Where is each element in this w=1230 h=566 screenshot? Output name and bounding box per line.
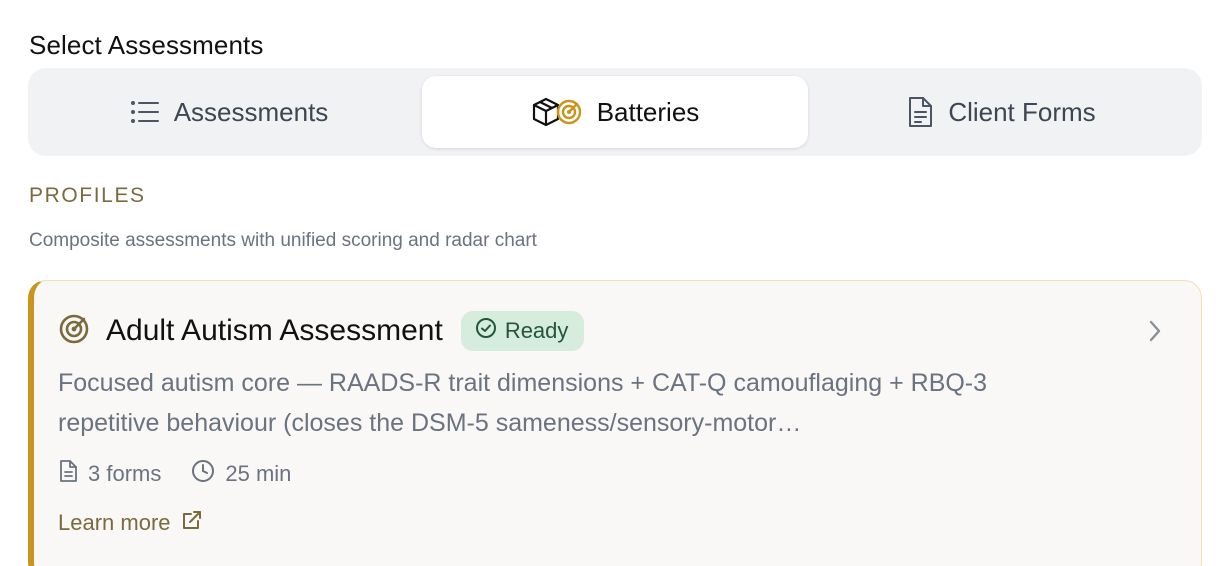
learn-more-link[interactable]: Learn more <box>58 509 203 537</box>
tab-label: Client Forms <box>948 96 1096 127</box>
tab-assessments[interactable]: Assessments <box>36 76 422 148</box>
tab-client-forms[interactable]: Client Forms <box>808 76 1194 148</box>
status-badge: Ready <box>460 311 585 351</box>
document-icon <box>906 96 934 128</box>
tab-bar: Assessments Batteries Client Forms <box>28 68 1202 156</box>
duration-text: 25 min <box>225 461 292 486</box>
card-title: Adult Autism Assessment <box>106 314 443 347</box>
page-title: Select Assessments <box>29 30 264 60</box>
forms-count-text: 3 forms <box>88 461 162 486</box>
check-circle-icon <box>475 317 497 345</box>
card-header: Adult Autism Assessment Ready <box>58 311 585 351</box>
learn-more-text: Learn more <box>58 510 171 535</box>
section-description: Composite assessments with unified scori… <box>29 230 537 251</box>
external-link-icon <box>181 509 203 537</box>
clock-icon <box>191 459 215 489</box>
status-text: Ready <box>504 318 569 343</box>
list-icon <box>130 99 160 125</box>
duration: 25 min <box>191 459 291 489</box>
card-description: Focused autism core — RAADS-R trait dime… <box>58 369 988 437</box>
box-radar-icon <box>531 96 583 128</box>
section-label: PROFILES <box>29 184 146 207</box>
radar-icon <box>58 313 90 350</box>
tab-batteries[interactable]: Batteries <box>422 76 808 148</box>
forms-count: 3 forms <box>58 459 161 489</box>
select-assessments-panel: Select Assessments Assessments Batteries… <box>0 0 1230 566</box>
card-meta: 3 forms 25 min <box>58 459 291 489</box>
battery-card[interactable]: Adult Autism Assessment Ready Focused au… <box>28 280 1202 566</box>
chevron-right-icon[interactable] <box>1147 319 1163 348</box>
document-icon <box>58 459 78 489</box>
tab-label: Batteries <box>596 96 700 127</box>
tab-label: Assessments <box>173 96 329 127</box>
